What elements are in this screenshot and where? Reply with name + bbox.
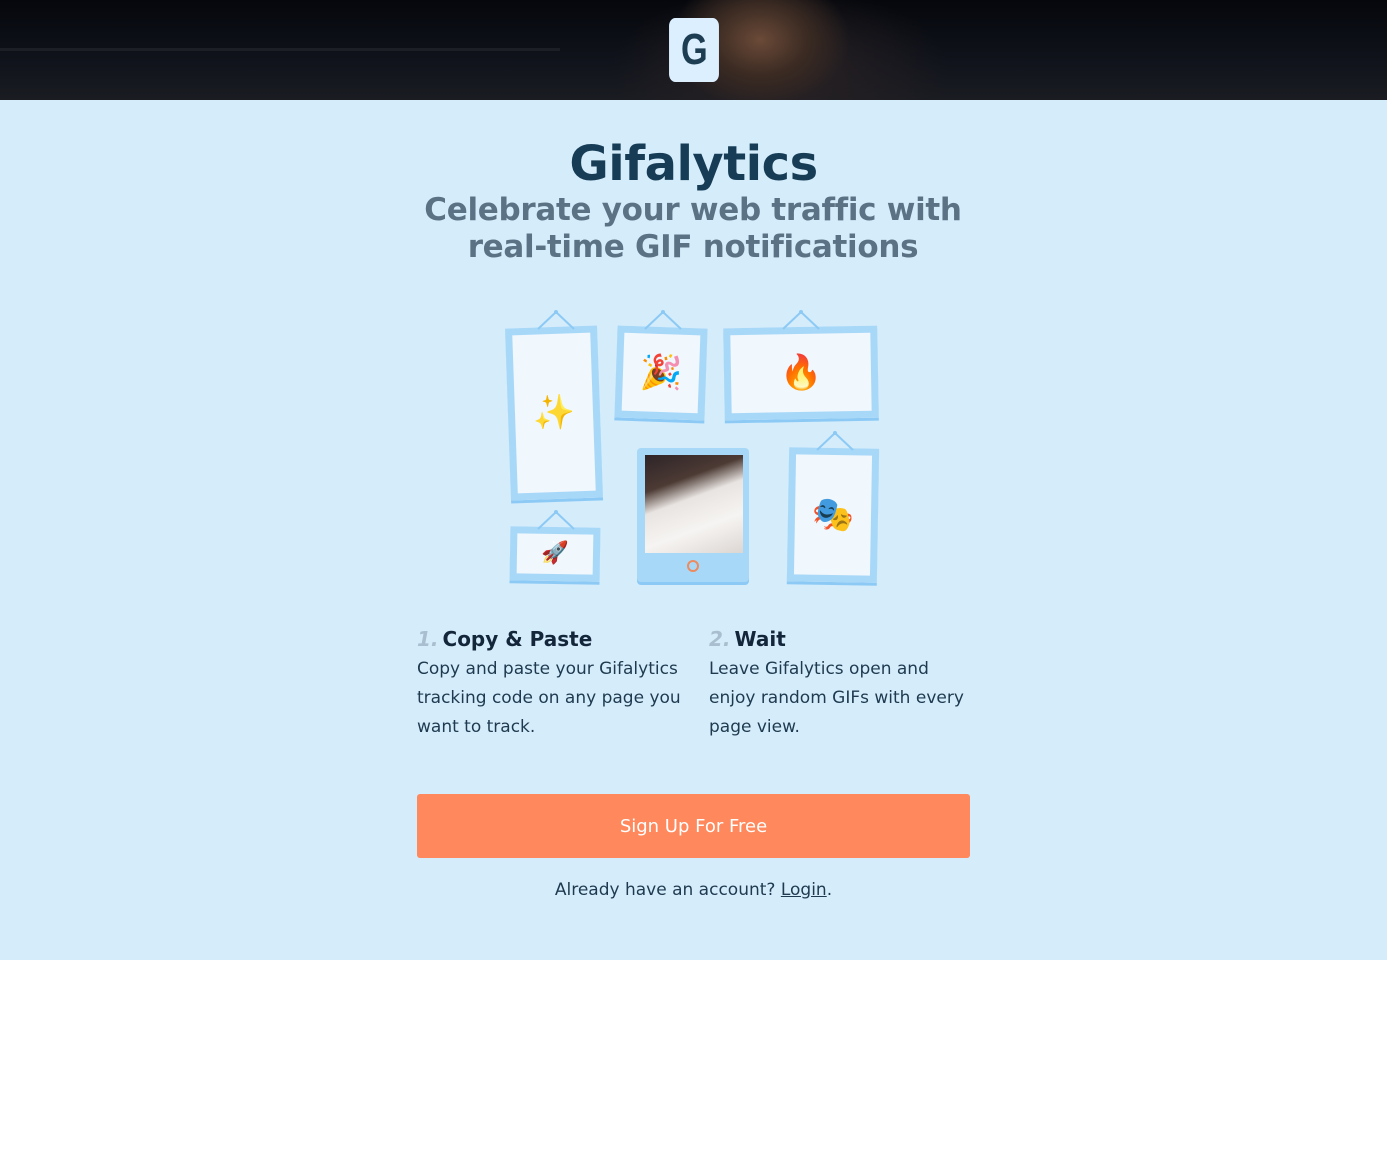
photo-detail <box>0 48 560 51</box>
frame-hooks <box>537 310 854 530</box>
step-number: 1. <box>417 627 439 651</box>
page-title: Gifalytics <box>569 136 818 192</box>
login-link[interactable]: Login <box>781 880 827 900</box>
login-suffix: . <box>826 880 833 900</box>
step-description: Copy and paste your Gifalytics tracking … <box>417 659 681 737</box>
login-prompt: Already have an account? Login. <box>0 880 1387 900</box>
landing-section: Gifalytics Celebrate your web traffic wi… <box>0 100 1387 960</box>
page-subtitle: Celebrate your web traffic with real-tim… <box>424 192 962 265</box>
step-copy-paste: 1. Copy & Paste Copy and paste your Gifal… <box>417 627 687 742</box>
hero-photo-strip: G <box>0 0 1387 100</box>
login-prompt-text: Already have an account? <box>554 880 776 900</box>
step-wait: 2. Wait Leave Gifalytics open and enjoy r… <box>709 627 979 742</box>
step-title: Wait <box>734 627 786 651</box>
sign-up-button[interactable]: Sign Up For Free <box>417 794 970 858</box>
step-number: 2. <box>709 627 731 651</box>
step-description: Leave Gifalytics open and enjoy random G… <box>709 659 964 737</box>
step-title: Copy & Paste <box>442 627 593 651</box>
gif-frames-illustration: ✨ 🎉 🔥 🚀 🎭 <box>500 305 890 595</box>
logo[interactable]: G <box>669 18 719 82</box>
